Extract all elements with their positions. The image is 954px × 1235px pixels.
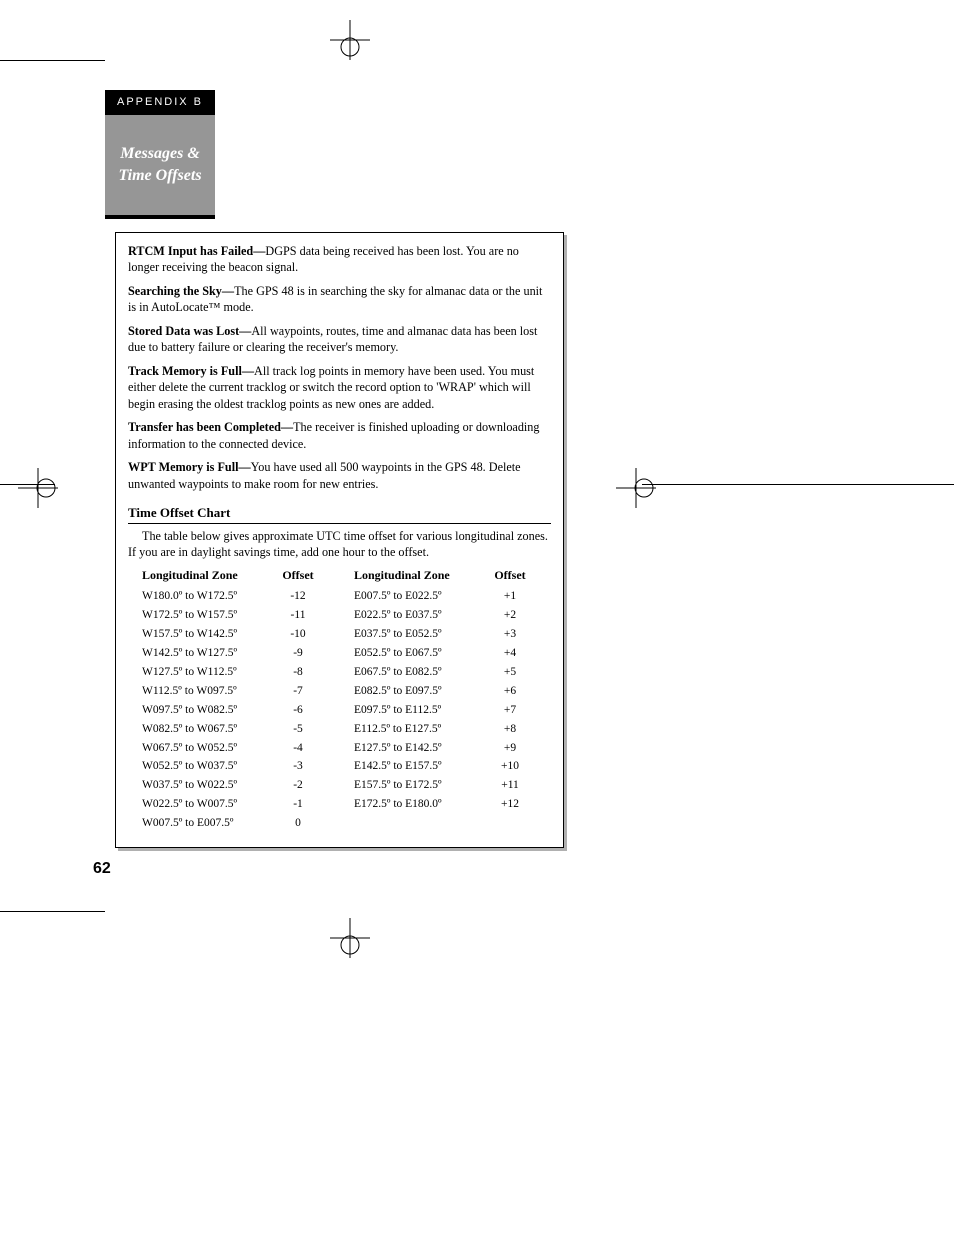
- sidebar-title-line2: Time Offsets: [118, 165, 201, 187]
- zone-cell: W172.5º to W157.5º: [142, 606, 262, 625]
- col-head-offset: Offset: [282, 567, 314, 583]
- zone-cell: E157.5º to E172.5º: [354, 776, 474, 795]
- content-box: RTCM Input has Failed—DGPS data being re…: [115, 232, 564, 848]
- zone-cell: W127.5º to W112.5º: [142, 663, 262, 682]
- offset-cell: -10: [282, 625, 314, 644]
- time-offset-intro: The table below gives approximate UTC ti…: [128, 528, 551, 561]
- time-offset-heading: Time Offset Chart: [128, 504, 551, 524]
- offset-cell: +11: [494, 776, 526, 795]
- zone-cell: E007.5º to E022.5º: [354, 587, 474, 606]
- crop-rule-bottom-left: [0, 911, 105, 912]
- zone-cell: E037.5º to E052.5º: [354, 625, 474, 644]
- zone-cell: W082.5º to W067.5º: [142, 720, 262, 739]
- offset-cell: +4: [494, 644, 526, 663]
- offset-cell: +12: [494, 795, 526, 814]
- offset-cell: +10: [494, 757, 526, 776]
- left-offset-cells: -12-11-10-9-8-7-6-5-4-3-2-10: [282, 587, 314, 834]
- offset-cell: +5: [494, 663, 526, 682]
- offset-cell: -12: [282, 587, 314, 606]
- offset-cell: +1: [494, 587, 526, 606]
- registration-mark-icon: [616, 468, 656, 508]
- col-head-zone: Longitudinal Zone: [354, 567, 474, 583]
- zone-cell: E052.5º to E067.5º: [354, 644, 474, 663]
- message-head: Searching the Sky—: [128, 284, 234, 298]
- zone-cell: W157.5º to W142.5º: [142, 625, 262, 644]
- zone-cell: E142.5º to E157.5º: [354, 757, 474, 776]
- offset-cell: -9: [282, 644, 314, 663]
- zone-cell: E097.5º to E112.5º: [354, 701, 474, 720]
- offset-cell: -4: [282, 739, 314, 758]
- page-number: 62: [93, 860, 111, 878]
- offset-cell: +9: [494, 739, 526, 758]
- message-item: Searching the Sky—The GPS 48 is in searc…: [128, 283, 551, 316]
- messages-list: RTCM Input has Failed—DGPS data being re…: [128, 243, 551, 492]
- zone-cell: W180.0º to W172.5º: [142, 587, 262, 606]
- message-head: Track Memory is Full—: [128, 364, 254, 378]
- zone-cell: E022.5º to E037.5º: [354, 606, 474, 625]
- offset-cell: -8: [282, 663, 314, 682]
- page: APPENDIX B Messages & Time Offsets RTCM …: [0, 0, 954, 1235]
- zone-cell: E127.5º to E142.5º: [354, 739, 474, 758]
- right-zone-cells: E007.5º to E022.5ºE022.5º to E037.5ºE037…: [354, 587, 474, 815]
- message-head: Stored Data was Lost—: [128, 324, 251, 338]
- left-zone-cells: W180.0º to W172.5ºW172.5º to W157.5ºW157…: [142, 587, 262, 834]
- zone-cell: W022.5º to W007.5º: [142, 795, 262, 814]
- message-head: WPT Memory is Full—: [128, 460, 251, 474]
- message-head: RTCM Input has Failed—: [128, 244, 265, 258]
- offset-cell: 0: [282, 814, 314, 833]
- sidebar-title-line1: Messages &: [120, 143, 200, 165]
- sidebar-title-block: Messages & Time Offsets: [105, 115, 215, 215]
- message-item: Stored Data was Lost—All waypoints, rout…: [128, 323, 551, 356]
- registration-mark-icon: [330, 20, 370, 60]
- right-offset-cells: +1+2+3+4+5+6+7+8+9+10+11+12: [494, 587, 526, 815]
- appendix-label: APPENDIX B: [105, 96, 215, 108]
- offset-cell: +2: [494, 606, 526, 625]
- col-head-offset: Offset: [494, 567, 526, 583]
- offset-cell: +8: [494, 720, 526, 739]
- offset-cell: +3: [494, 625, 526, 644]
- zone-cell: E082.5º to E097.5º: [354, 682, 474, 701]
- crop-rule-top-left: [0, 60, 105, 61]
- zone-cell: E112.5º to E127.5º: [354, 720, 474, 739]
- zone-cell: W007.5º to E007.5º: [142, 814, 262, 833]
- offset-cell: -1: [282, 795, 314, 814]
- crop-rule-mid-right: [642, 484, 954, 485]
- offset-cell: -7: [282, 682, 314, 701]
- registration-mark-icon: [18, 468, 58, 508]
- message-item: Track Memory is Full—All track log point…: [128, 363, 551, 412]
- zone-cell: E067.5º to E082.5º: [354, 663, 474, 682]
- message-item: WPT Memory is Full—You have used all 500…: [128, 459, 551, 492]
- zone-cell: E172.5º to E180.0º: [354, 795, 474, 814]
- offset-cell: -11: [282, 606, 314, 625]
- zone-cell: W067.5º to W052.5º: [142, 739, 262, 758]
- registration-mark-icon: [330, 918, 370, 958]
- message-item: Transfer has been Completed—The receiver…: [128, 419, 551, 452]
- offset-cell: -3: [282, 757, 314, 776]
- zone-cell: W052.5º to W037.5º: [142, 757, 262, 776]
- offset-table: Longitudinal Zone W180.0º to W172.5ºW172…: [142, 567, 551, 834]
- message-head: Transfer has been Completed—: [128, 420, 293, 434]
- zone-cell: W037.5º to W022.5º: [142, 776, 262, 795]
- offset-cell: +7: [494, 701, 526, 720]
- zone-cell: W112.5º to W097.5º: [142, 682, 262, 701]
- zone-cell: W097.5º to W082.5º: [142, 701, 262, 720]
- offset-left-column: Longitudinal Zone W180.0º to W172.5ºW172…: [142, 567, 314, 834]
- offset-right-column: Longitudinal Zone E007.5º to E022.5ºE022…: [354, 567, 526, 834]
- offset-cell: -2: [282, 776, 314, 795]
- message-item: RTCM Input has Failed—DGPS data being re…: [128, 243, 551, 276]
- offset-cell: -5: [282, 720, 314, 739]
- offset-cell: -6: [282, 701, 314, 720]
- offset-cell: +6: [494, 682, 526, 701]
- zone-cell: W142.5º to W127.5º: [142, 644, 262, 663]
- col-head-zone: Longitudinal Zone: [142, 567, 262, 583]
